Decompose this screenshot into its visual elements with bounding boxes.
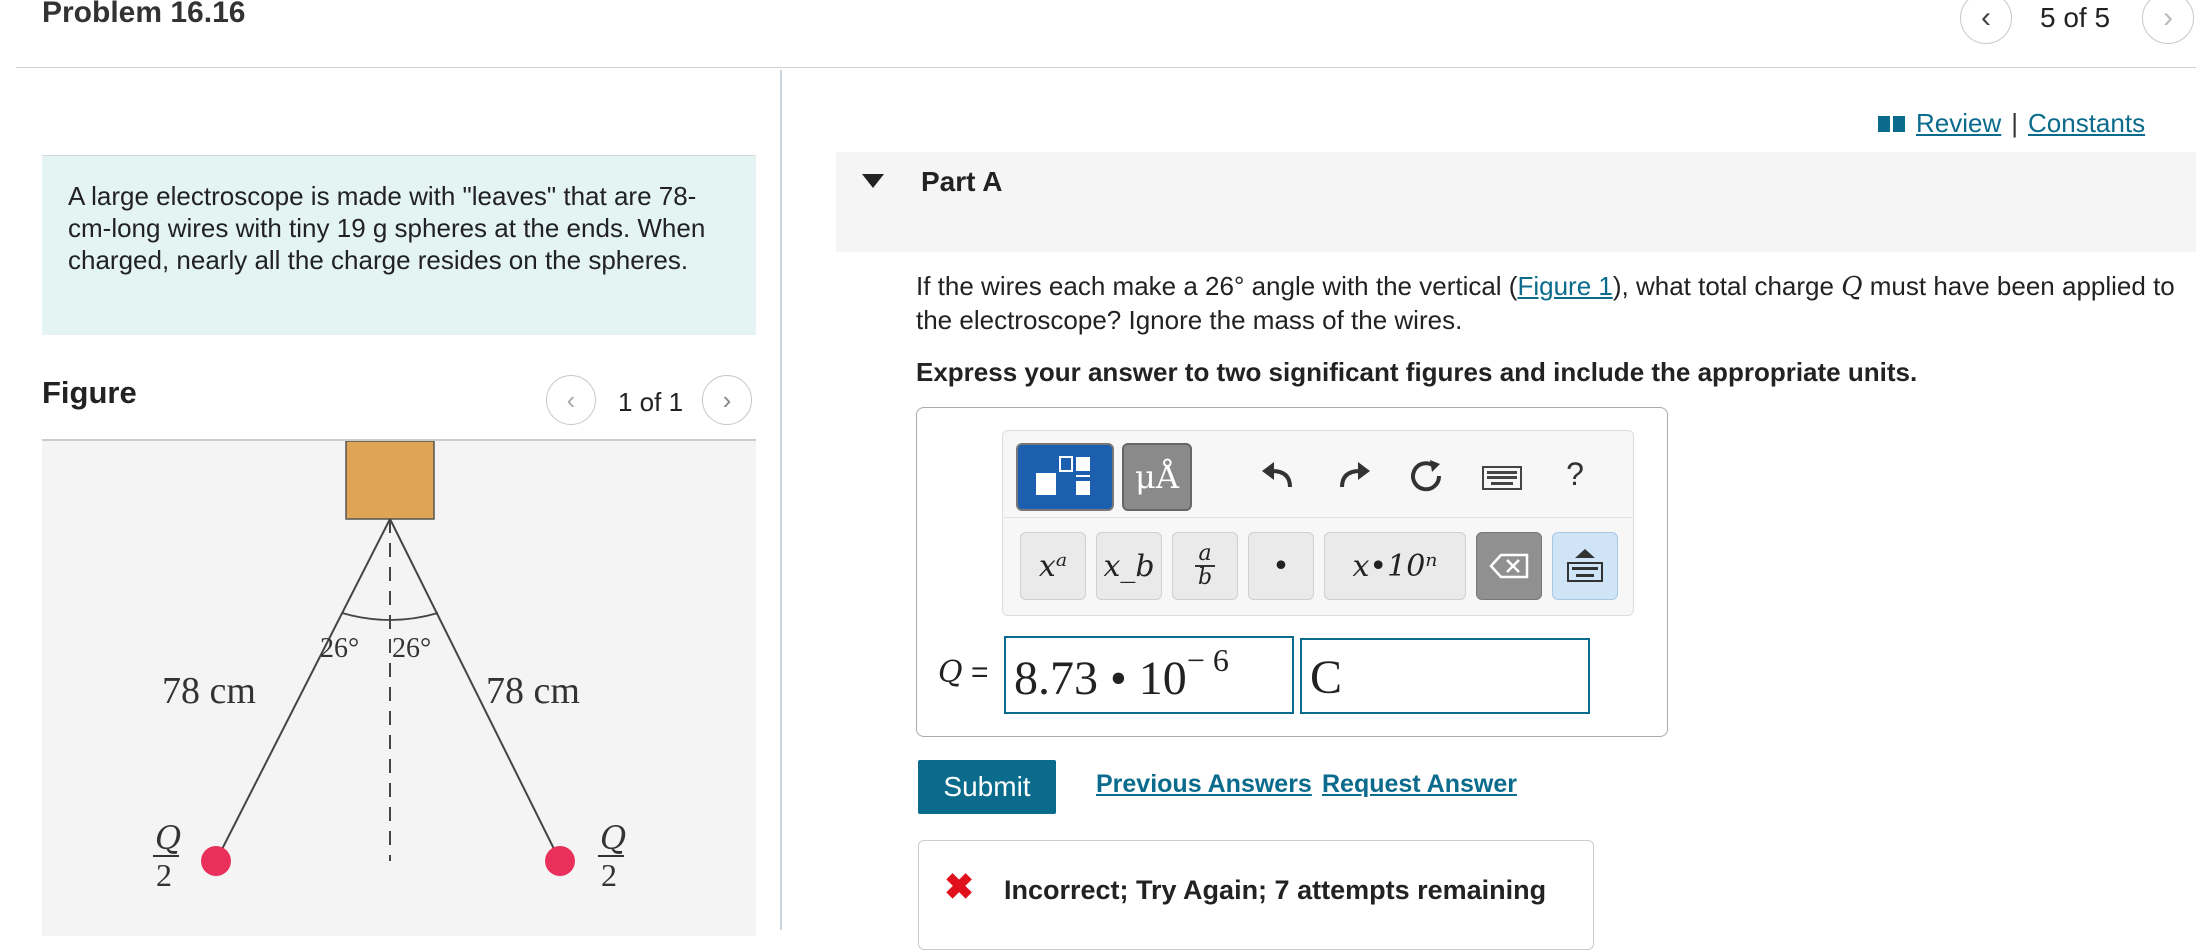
templates-icon: [1036, 456, 1090, 495]
toolbar-divider: [1004, 517, 1632, 518]
unit-input[interactable]: C: [1300, 638, 1590, 714]
keyboard-icon: [1482, 466, 1522, 490]
resource-links: Review | Constants: [1878, 108, 2145, 139]
keyboard-button[interactable]: [1480, 462, 1524, 494]
part-a-header[interactable]: [836, 152, 2196, 252]
keyboard-toggle-icon: [1567, 549, 1603, 582]
redo-icon: [1340, 462, 1370, 488]
undo-button[interactable]: [1256, 454, 1300, 498]
right-length-label: 78 cm: [486, 670, 580, 712]
previous-answers-link[interactable]: Previous Answers: [1096, 770, 1312, 799]
problem-pager-count: 5 of 5: [2040, 2, 2111, 33]
units-icon: μÅ: [1135, 458, 1179, 496]
fraction-bottom: b: [1197, 564, 1213, 590]
right-sphere: [545, 846, 575, 876]
help-button[interactable]: ?: [1560, 452, 1590, 496]
chevron-left-icon: ‹: [566, 384, 576, 415]
backspace-button[interactable]: [1476, 532, 1542, 600]
problem-title: Problem 16.16: [42, 0, 246, 29]
book-icon: [1878, 115, 1905, 132]
subscript-button[interactable]: x_b: [1096, 532, 1162, 600]
answer-label: Q =: [938, 655, 988, 690]
angle-right-label: 26°: [392, 633, 431, 664]
collapse-triangle-icon[interactable]: [862, 174, 884, 188]
reset-icon: [1411, 460, 1442, 492]
figure-next-button[interactable]: ›: [702, 375, 752, 425]
scientific-notation-button[interactable]: x•10ⁿ: [1324, 532, 1466, 600]
constants-link[interactable]: Constants: [2028, 108, 2145, 139]
feedback-message: Incorrect; Try Again; 7 attempts remaini…: [1004, 875, 1547, 905]
answer-instruction: Express your answer to two significant f…: [916, 357, 1918, 387]
request-answer-link[interactable]: Request Answer: [1322, 770, 1517, 799]
submit-button[interactable]: Submit: [918, 760, 1056, 814]
keyboard-toggle-button[interactable]: [1552, 532, 1618, 600]
left-length-label: 78 cm: [162, 670, 256, 712]
figure-count: 1 of 1: [618, 387, 684, 417]
chevron-left-icon: ‹: [1981, 1, 1991, 34]
fraction-button[interactable]: a b: [1172, 532, 1238, 600]
right-charge-numerator: Q: [600, 819, 626, 857]
fraction-top: a: [1198, 541, 1212, 567]
answer-symbol: Q: [938, 655, 963, 690]
pane-divider[interactable]: [780, 70, 782, 930]
backspace-icon: [1489, 553, 1529, 579]
left-sphere: [201, 846, 231, 876]
templates-button[interactable]: [1016, 443, 1114, 511]
chevron-right-icon: ›: [722, 384, 732, 415]
right-charge-denominator: 2: [601, 857, 617, 893]
figure-previous-button[interactable]: ‹: [546, 375, 596, 425]
value-mantissa: 8.73 • 10: [1014, 652, 1187, 705]
value-exponent: − 6: [1186, 642, 1229, 678]
units-button[interactable]: μÅ: [1122, 443, 1192, 511]
incorrect-x-icon: ✖: [944, 866, 975, 907]
part-a-title: Part A: [921, 166, 1003, 197]
next-problem-button[interactable]: ›: [2142, 0, 2194, 44]
question-text-middle: ), what total charge: [1612, 271, 1842, 301]
review-link[interactable]: Review: [1916, 108, 2001, 139]
superscript-button[interactable]: xᵃ: [1020, 532, 1086, 600]
left-charge-numerator: Q: [155, 819, 181, 857]
previous-problem-button[interactable]: ‹: [1960, 0, 2012, 44]
header-divider: [16, 67, 2196, 68]
electroscope-figure[interactable]: 26° 26° 78 cm 78 cm Q 2 Q 2: [42, 441, 756, 936]
answer-equals: =: [970, 656, 989, 689]
angle-left-label: 26°: [320, 633, 359, 664]
left-charge-denominator: 2: [156, 857, 172, 893]
question-text-start: If the wires each make a 26° angle with …: [916, 271, 1518, 301]
help-icon: ?: [1566, 455, 1584, 492]
chevron-right-icon: ›: [2163, 1, 2173, 34]
reset-button[interactable]: [1404, 454, 1448, 498]
electroscope-top-box: [345, 441, 435, 520]
links-separator: |: [2011, 108, 2019, 138]
charge-symbol: Q: [1841, 272, 1863, 302]
undo-icon: [1262, 462, 1292, 488]
figure-link[interactable]: Figure 1: [1517, 271, 1612, 301]
question-text: If the wires each make a 26° angle with …: [916, 270, 2196, 337]
multiply-dot-button[interactable]: •: [1248, 532, 1314, 600]
problem-description: A large electroscope is made with "leave…: [42, 155, 756, 335]
redo-button[interactable]: [1332, 454, 1376, 498]
value-input[interactable]: 8.73 • 10− 6: [1004, 636, 1294, 714]
figure-title: Figure: [42, 375, 137, 410]
